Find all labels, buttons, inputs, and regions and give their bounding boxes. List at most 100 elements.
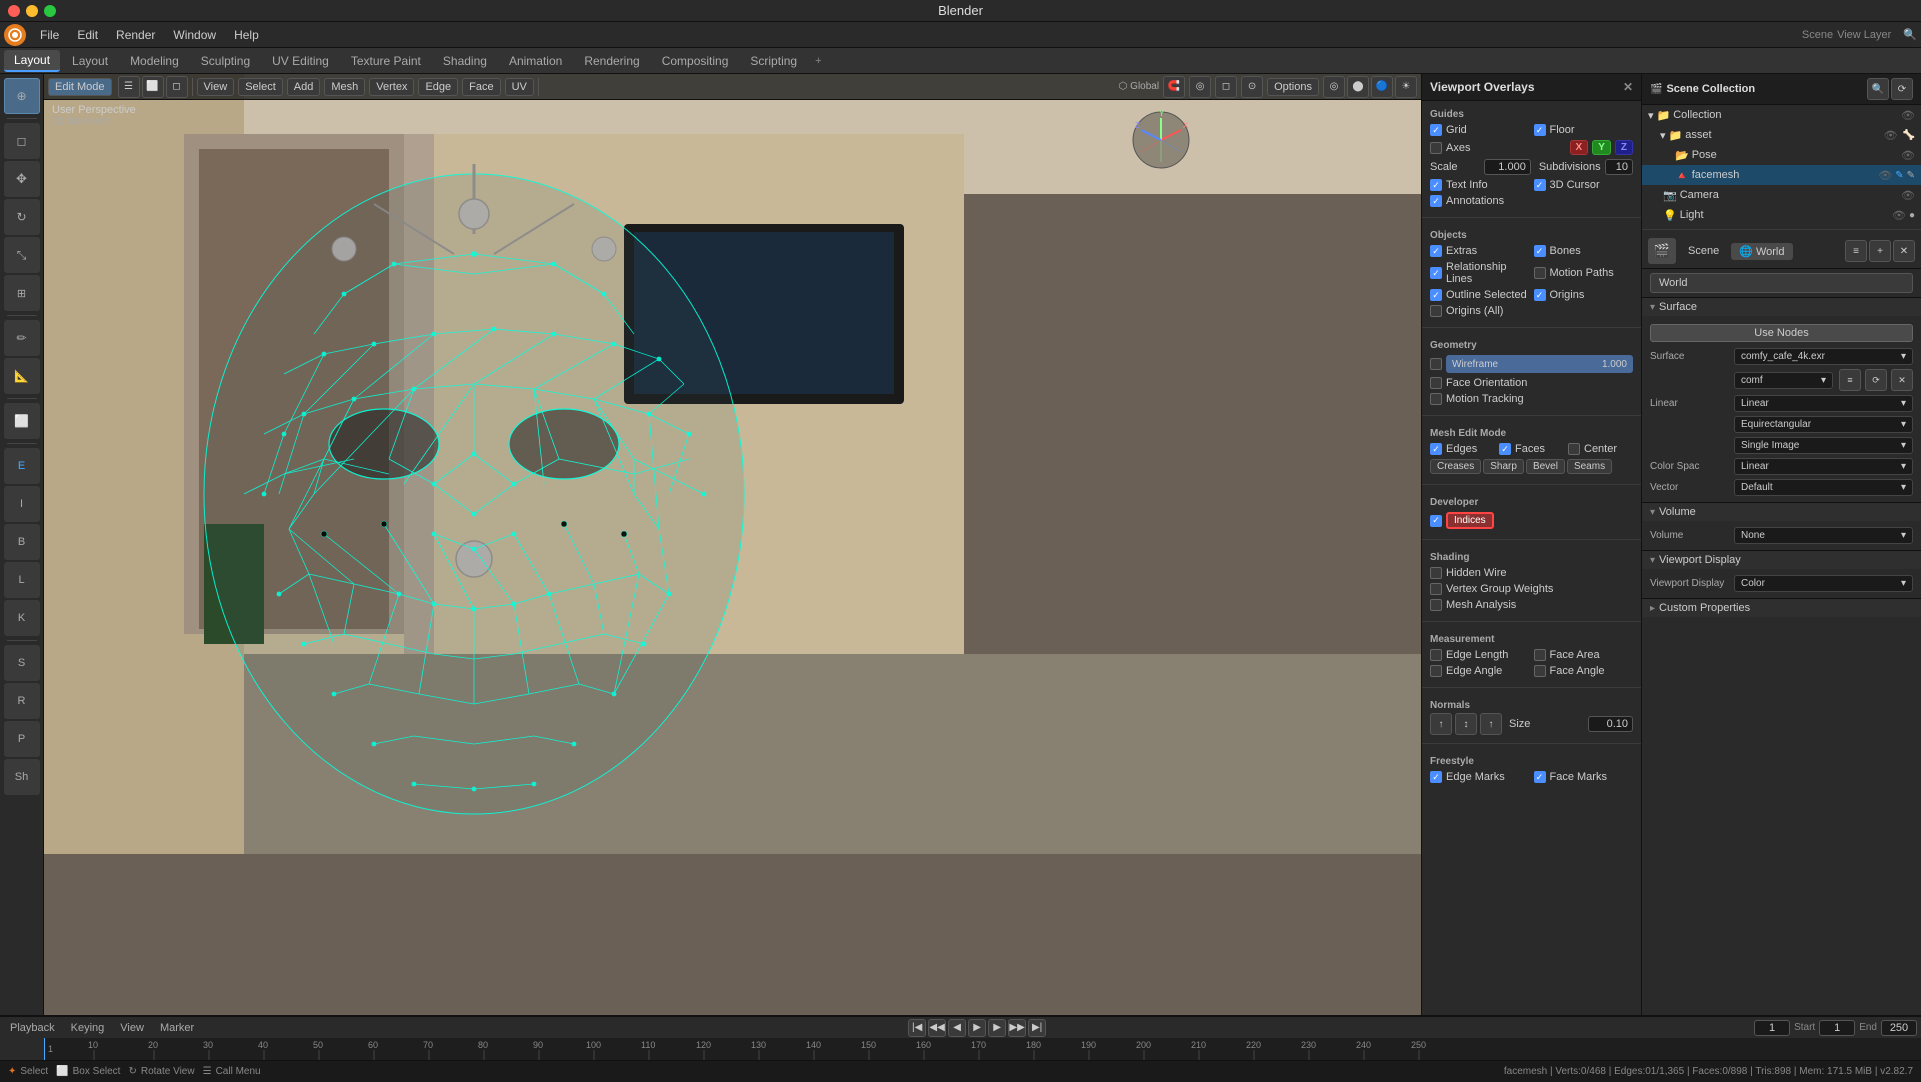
surface-dropdown[interactable]: comfy_cafe_4k.exr ▾ bbox=[1734, 348, 1913, 365]
randomize-tool[interactable]: R bbox=[4, 683, 40, 719]
mesh-analysis-checkbox[interactable] bbox=[1430, 599, 1442, 611]
next-frame-btn[interactable]: ▶ bbox=[988, 1019, 1006, 1037]
vector-dropdown[interactable]: Default ▾ bbox=[1734, 479, 1913, 496]
surface-reload-btn[interactable]: ⟳ bbox=[1865, 369, 1887, 391]
outline-sel-checkbox[interactable] bbox=[1430, 289, 1442, 301]
coll-vis-2[interactable]: 👁 bbox=[1884, 129, 1898, 142]
current-frame[interactable]: 1 bbox=[1754, 1020, 1790, 1036]
close-button[interactable] bbox=[8, 5, 20, 17]
face-menu[interactable]: Face bbox=[462, 78, 500, 96]
solid-shading[interactable]: ⬤ bbox=[1347, 76, 1369, 98]
indices-btn[interactable]: Indices bbox=[1446, 512, 1494, 529]
prev-keyframe-btn[interactable]: ◀◀ bbox=[928, 1019, 946, 1037]
3d-viewport[interactable]: Edit Mode ☰ ⬜ ◻ View Select Add Mesh Ver… bbox=[44, 74, 1421, 1015]
axes-checkbox[interactable] bbox=[1430, 142, 1442, 154]
origins-checkbox[interactable] bbox=[1534, 289, 1546, 301]
inset-tool[interactable]: I bbox=[4, 486, 40, 522]
surface-unlink-btn[interactable]: ✕ bbox=[1891, 369, 1913, 391]
motion-track-checkbox[interactable] bbox=[1430, 393, 1442, 405]
z-axis-btn[interactable]: Z bbox=[1615, 140, 1633, 155]
surface-section-header[interactable]: ▾ Surface bbox=[1642, 297, 1921, 316]
add-workspace-button[interactable]: + bbox=[809, 53, 827, 69]
coll-item-pose[interactable]: 📂 Pose 👁 bbox=[1642, 145, 1921, 165]
coll-item-light[interactable]: 💡 Light 👁 ● bbox=[1642, 205, 1921, 225]
vp-color-dropdown[interactable]: Color ▾ bbox=[1734, 575, 1913, 592]
overlay-icon[interactable]: ⊙ bbox=[1241, 76, 1263, 98]
coll-vis-3[interactable]: 👁 bbox=[1901, 149, 1915, 162]
vertex-menu[interactable]: Vertex bbox=[369, 78, 414, 96]
volume-dropdown[interactable]: None ▾ bbox=[1734, 527, 1913, 544]
text-info-checkbox[interactable] bbox=[1430, 179, 1442, 191]
faces-checkbox[interactable] bbox=[1499, 443, 1511, 455]
tab-compositing[interactable]: Rendering bbox=[574, 50, 649, 72]
options-btn[interactable]: Options bbox=[1267, 78, 1319, 96]
global-transform[interactable]: ⬡ Global bbox=[1119, 81, 1159, 92]
play-btn[interactable]: ▶ bbox=[968, 1019, 986, 1037]
menu-window[interactable]: Window bbox=[165, 26, 224, 44]
wireframe-shading[interactable]: ◎ bbox=[1323, 76, 1345, 98]
world-delete-btn[interactable]: ✕ bbox=[1893, 240, 1915, 262]
normals-size[interactable]: 0.10 bbox=[1588, 716, 1633, 732]
scale-value[interactable]: 1.000 bbox=[1484, 159, 1531, 175]
edit-mode-btn[interactable]: Edit Mode bbox=[48, 78, 112, 96]
wireframe-checkbox[interactable] bbox=[1430, 358, 1442, 370]
tab-shading[interactable]: Texture Paint bbox=[341, 50, 431, 72]
coll-item-collection[interactable]: ▾ 📁 Collection 👁 bbox=[1642, 105, 1921, 125]
view-menu[interactable]: View bbox=[197, 78, 235, 96]
keying-menu[interactable]: Keying bbox=[65, 1021, 111, 1035]
next-keyframe-btn[interactable]: ▶▶ bbox=[1008, 1019, 1026, 1037]
edge-marks-checkbox[interactable] bbox=[1430, 771, 1442, 783]
origins-all-checkbox[interactable] bbox=[1430, 305, 1442, 317]
view-menu-bottom[interactable]: View bbox=[114, 1021, 150, 1035]
edge-menu[interactable]: Edge bbox=[418, 78, 458, 96]
menu-file[interactable]: File bbox=[32, 26, 67, 44]
search-icon[interactable]: 🔍 bbox=[1903, 28, 1917, 41]
fullscreen-button[interactable] bbox=[44, 5, 56, 17]
coll-vis-1[interactable]: 👁 bbox=[1901, 109, 1915, 122]
motion-paths-checkbox[interactable] bbox=[1534, 267, 1546, 279]
world-name-field[interactable]: World bbox=[1650, 273, 1913, 293]
extrude-tool[interactable]: E bbox=[4, 448, 40, 484]
viewport-gizmo[interactable]: X Y Z bbox=[1131, 110, 1191, 170]
jump-start-btn[interactable]: |◀ bbox=[908, 1019, 926, 1037]
end-frame[interactable]: 250 bbox=[1881, 1020, 1917, 1036]
wireframe-bar[interactable]: Wireframe 1.000 bbox=[1446, 355, 1633, 373]
knife-tool[interactable]: K bbox=[4, 600, 40, 636]
face-area-checkbox[interactable] bbox=[1534, 649, 1546, 661]
viewport-icon-1[interactable]: ☰ bbox=[118, 76, 140, 98]
vertex-normal-btn[interactable]: ↑ bbox=[1430, 713, 1452, 735]
sync-icon[interactable]: ⟳ bbox=[1891, 78, 1913, 100]
tab-layout[interactable]: Layout bbox=[4, 50, 60, 72]
tab-texture[interactable]: UV Editing bbox=[262, 50, 339, 72]
extras-checkbox[interactable] bbox=[1430, 245, 1442, 257]
y-axis-btn[interactable]: Y bbox=[1592, 140, 1611, 155]
select-tool[interactable]: ◻ bbox=[4, 123, 40, 159]
tab-modeling[interactable]: Layout bbox=[62, 50, 118, 72]
coll-item-facemesh[interactable]: 🔺 facemesh 👁 ✎ ✎ bbox=[1642, 165, 1921, 185]
add-cube-tool[interactable]: ⬜ bbox=[4, 403, 40, 439]
viewport-icon-2[interactable]: ⬜ bbox=[142, 76, 164, 98]
menu-edit[interactable]: Edit bbox=[69, 26, 106, 44]
add-menu[interactable]: Add bbox=[287, 78, 321, 96]
rel-lines-checkbox[interactable] bbox=[1430, 267, 1442, 279]
indices-checkbox[interactable] bbox=[1430, 515, 1442, 527]
x-axis-btn[interactable]: X bbox=[1570, 140, 1589, 155]
coll-vis-6[interactable]: 👁 bbox=[1892, 209, 1906, 222]
menu-render[interactable]: Render bbox=[108, 26, 163, 44]
coll-item-camera[interactable]: 📷 Camera 👁 bbox=[1642, 185, 1921, 205]
mesh-menu[interactable]: Mesh bbox=[324, 78, 365, 96]
coll-vis-4[interactable]: 👁 bbox=[1878, 169, 1892, 182]
prev-frame-btn[interactable]: ◀ bbox=[948, 1019, 966, 1037]
edge-angle-checkbox[interactable] bbox=[1430, 665, 1442, 677]
coll-vis-5[interactable]: 👁 bbox=[1901, 189, 1915, 202]
subdiv-value[interactable]: 10 bbox=[1605, 159, 1633, 175]
proportional-icon[interactable]: ◎ bbox=[1189, 76, 1211, 98]
annotations-checkbox[interactable] bbox=[1430, 195, 1442, 207]
scene-sw-tab[interactable]: Scene bbox=[1680, 243, 1727, 259]
loop-cut-tool[interactable]: L bbox=[4, 562, 40, 598]
bevel-btn[interactable]: Bevel bbox=[1526, 459, 1565, 474]
select-menu[interactable]: Select bbox=[238, 78, 283, 96]
coll-item-asset[interactable]: ▾ 📁 asset 👁 🦴 bbox=[1642, 125, 1921, 145]
tab-scripting[interactable]: Compositing bbox=[652, 50, 739, 72]
scale-tool[interactable]: ⤡ bbox=[4, 237, 40, 273]
